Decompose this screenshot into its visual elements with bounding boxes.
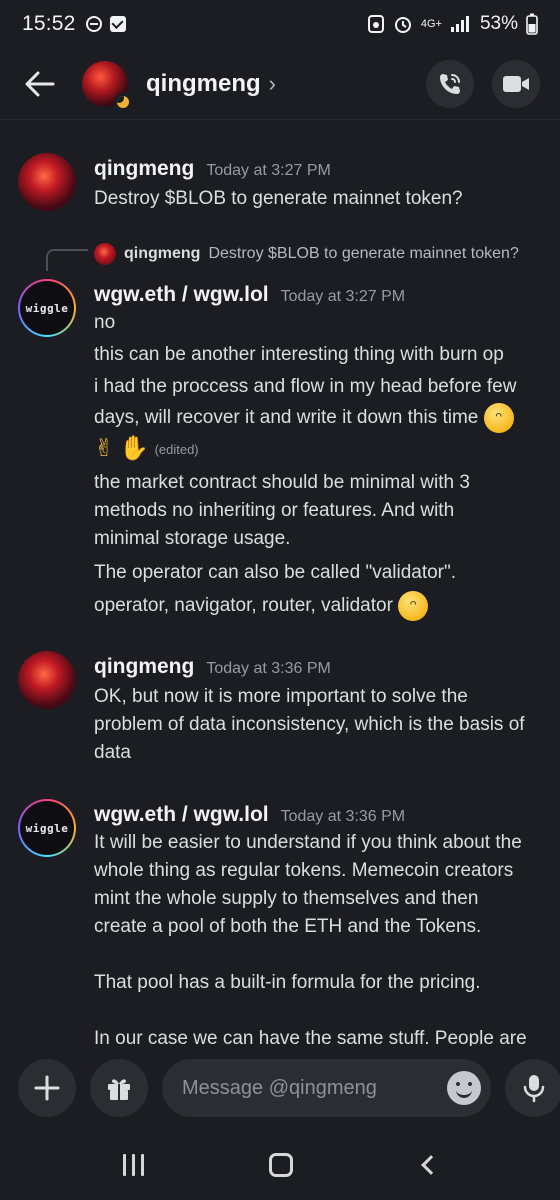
message-text: mint the whole supply to themselves and … [94,888,479,909]
checkbox-notification-icon [109,16,126,32]
message-input-container[interactable] [162,1059,491,1117]
message-text: problem of data inconsistency, which is … [94,714,525,735]
chevron-right-icon[interactable]: › [269,71,276,97]
avatar[interactable] [82,60,132,111]
message-text: days, will recover it and write it down … [94,407,479,429]
message-list[interactable]: qingmeng Today at 3:27 PM Destroy $BLOB … [0,121,560,1046]
recent-apps-button[interactable] [122,1154,144,1176]
message-text: data [94,742,131,763]
status-time: 15:52 [22,12,76,35]
idle-status-icon [114,92,132,111]
signal-icon [450,16,469,32]
message-text: That pool has a built-in formula for the… [94,972,481,993]
edited-label: (edited) [154,442,199,458]
network-type: 4G+ [420,17,442,30]
reply-connector [46,249,88,271]
avatar[interactable] [18,651,76,709]
microphone-icon [523,1075,545,1103]
reply-author: qingmeng [124,245,201,262]
avatar[interactable]: wiggle [18,279,76,337]
reply-text: Destroy $BLOB to generate mainnet token? [208,245,519,262]
back-button[interactable] [20,64,60,104]
message-text: OK, but now it is more important to solv… [94,686,468,707]
avatar [94,243,116,265]
phone-icon [440,73,460,94]
vpn-lock-icon [367,15,384,33]
message-text: In our case we can have the same stuff. … [94,1028,527,1046]
message-text: operator, navigator, router, validator [94,595,393,617]
rock-hand-emoji-icon: ✌ [94,435,115,462]
message-text: this can be another interesting thing wi… [94,344,504,365]
system-back-button[interactable] [420,1155,441,1175]
sweat-smile-emoji-icon: ᵔ [483,403,514,433]
home-button[interactable] [268,1153,293,1177]
avatar[interactable]: wiggle [18,799,76,857]
do-not-disturb-icon [85,16,102,32]
video-call-button[interactable] [492,59,540,108]
message-text: It will be easier to understand if you t… [94,832,522,853]
voice-message-button[interactable] [505,1059,560,1117]
gift-icon [108,1079,130,1100]
message-text: the market contract should be minimal wi… [94,472,470,493]
avatar-label: wiggle [25,821,69,835]
gift-button[interactable] [90,1059,148,1117]
message-timestamp: Today at 3:27 PM [206,162,331,179]
message-text: The operator can also be called "validat… [94,562,457,583]
plus-icon [34,1075,60,1101]
chat-header: qingmeng › [0,48,560,120]
arrow-left-icon [25,71,55,96]
message-timestamp: Today at 3:36 PM [280,808,406,825]
system-nav-bar [0,1130,560,1200]
message-text-row: ✌ ✋ (edited) [94,435,199,464]
add-attachment-button[interactable] [18,1059,76,1117]
message-text-row: operator, navigator, router, validator ᵔ [94,591,429,621]
message-text: create a pool of both the ETH and the To… [94,916,482,937]
alarm-icon [394,17,411,33]
message-text-row: days, will recover it and write it down … [94,403,514,433]
reply-preview[interactable]: qingmeng Destroy $BLOB to generate mainn… [94,243,519,265]
message-author[interactable]: qingmeng [94,157,194,181]
sweat-smile-emoji-icon: ᵔ [398,591,429,621]
video-camera-icon [503,75,529,92]
message-author[interactable]: wgw.eth / wgw.lol [94,283,269,307]
message-text: no [94,312,116,333]
message-input[interactable] [182,1076,447,1100]
message-text: whole thing as regular tokens. Memecoin … [94,860,514,881]
page-title[interactable]: qingmeng [146,70,261,98]
message-text: methods no inheriting or features. And w… [94,500,455,521]
message-timestamp: Today at 3:27 PM [280,288,406,305]
message-author[interactable]: qingmeng [94,655,194,679]
message-text: minimal storage usage. [94,528,291,549]
status-bar: 15:52 4G+ 53% [0,0,560,48]
emoji-picker-icon[interactable] [447,1071,481,1105]
message-timestamp: Today at 3:36 PM [206,660,331,677]
message-text: Destroy $BLOB to generate mainnet token? [94,188,463,209]
message-composer [0,1046,560,1130]
message-author[interactable]: wgw.eth / wgw.lol [94,803,269,827]
voice-call-button[interactable] [426,59,474,108]
message-text: i had the proccess and flow in my head b… [94,376,517,397]
avatar[interactable] [18,153,76,211]
battery-icon [526,13,538,35]
raised-hands-emoji-icon: ✋ [119,435,150,462]
avatar-label: wiggle [25,301,69,315]
battery-percent: 53% [479,13,518,34]
